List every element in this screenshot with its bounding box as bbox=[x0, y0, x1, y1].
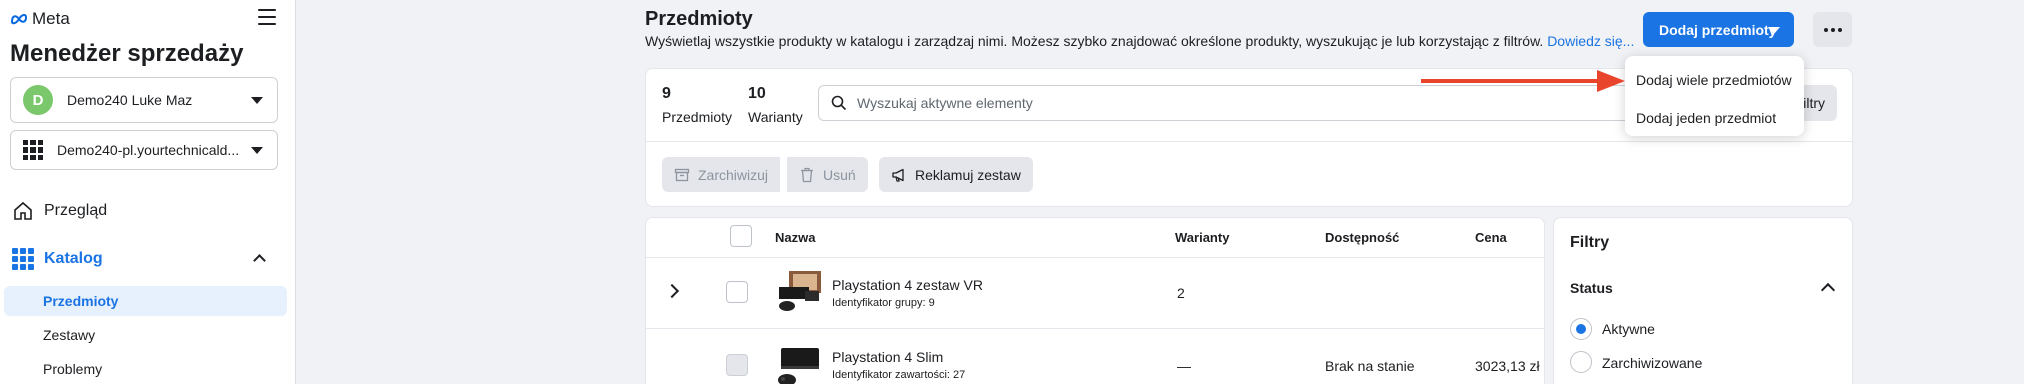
delete-label: Usuń bbox=[823, 166, 856, 183]
variants-cell: — bbox=[1177, 358, 1191, 374]
price-cell: 3023,13 zł bbox=[1475, 358, 1540, 374]
caret-down-icon bbox=[1768, 27, 1780, 34]
items-stat: 9 Przedmioty bbox=[662, 85, 732, 125]
column-header-name: Nazwa bbox=[775, 230, 816, 245]
catalog-grid-icon bbox=[23, 140, 43, 160]
divider bbox=[646, 141, 1852, 142]
caret-down-icon bbox=[251, 147, 263, 154]
add-single-item-option[interactable]: Dodaj jeden przedmiot bbox=[1625, 102, 1804, 134]
add-items-dropdown: Dodaj wiele przedmiotów Dodaj jeden prze… bbox=[1625, 56, 1804, 136]
more-options-button[interactable] bbox=[1813, 12, 1852, 47]
page-description: Wyświetlaj wszystkie produkty w katalogu… bbox=[645, 33, 1634, 49]
archive-label: Zarchiwizuj bbox=[698, 166, 769, 183]
add-multiple-items-option[interactable]: Dodaj wiele przedmiotów bbox=[1625, 64, 1804, 96]
nav-overview[interactable]: Przegląd bbox=[0, 199, 296, 223]
app-title: Menedżer sprzedaży bbox=[10, 40, 244, 67]
availability-cell: Brak na stanie bbox=[1325, 358, 1415, 374]
filters-title: Filtry bbox=[1570, 234, 1610, 251]
row-checkbox[interactable] bbox=[726, 354, 748, 376]
status-active-radio[interactable] bbox=[1570, 318, 1592, 340]
select-all-checkbox[interactable] bbox=[730, 225, 752, 247]
column-header-variants: Warianty bbox=[1175, 230, 1230, 245]
home-icon bbox=[14, 201, 32, 220]
account-selector[interactable]: D Demo240 Luke Maz bbox=[10, 77, 278, 123]
row-checkbox[interactable] bbox=[726, 281, 748, 303]
catalog-name: Demo240-pl.yourtechnicald... bbox=[57, 142, 240, 158]
status-active-label[interactable]: Aktywne bbox=[1602, 321, 1655, 337]
page-description-text: Wyświetlaj wszystkie produkty w katalogu… bbox=[645, 33, 1544, 49]
items-count: 9 bbox=[662, 85, 671, 102]
dot-icon bbox=[1823, 27, 1828, 32]
chevron-up-icon[interactable] bbox=[1820, 282, 1836, 298]
add-items-label: Dodaj przedmioty bbox=[1659, 21, 1777, 38]
filters-panel: Filtry Status Aktywne Zarchiwizowane bbox=[1553, 217, 1853, 384]
red-arrow-annotation bbox=[1421, 70, 1625, 92]
search-input[interactable] bbox=[857, 95, 1457, 111]
sidebar-item-items[interactable]: Przedmioty bbox=[4, 286, 287, 316]
megaphone-icon bbox=[892, 168, 904, 182]
add-items-button[interactable]: Dodaj przedmioty bbox=[1643, 12, 1794, 47]
catalog-grid-icon bbox=[12, 248, 34, 270]
avatar: D bbox=[23, 85, 53, 115]
column-header-price: Cena bbox=[1475, 230, 1507, 245]
nav-overview-label: Przegląd bbox=[44, 202, 108, 219]
status-section-title[interactable]: Status bbox=[1570, 280, 1613, 296]
sidebar-item-sets[interactable]: Zestawy bbox=[4, 320, 287, 350]
variants-stat: 10 Warianty bbox=[748, 85, 803, 125]
products-table: Nazwa Warianty Dostępność Cena Playstati… bbox=[645, 217, 1545, 384]
items-label: Przedmioty bbox=[662, 109, 733, 125]
archive-button[interactable]: Zarchiwizuj bbox=[662, 157, 781, 192]
divider bbox=[646, 257, 1544, 258]
advertise-set-label: Reklamuj zestaw bbox=[915, 166, 1021, 183]
status-archived-label[interactable]: Zarchiwizowane bbox=[1602, 355, 1702, 371]
delete-button[interactable]: Usuń bbox=[787, 157, 868, 192]
search-icon bbox=[831, 95, 847, 111]
menu-icon[interactable] bbox=[258, 9, 276, 25]
archive-icon bbox=[674, 168, 690, 181]
column-header-availability: Dostępność bbox=[1325, 230, 1400, 245]
variants-count: 10 bbox=[748, 85, 766, 102]
product-group-id: Identyfikator grupy: 9 bbox=[832, 297, 935, 309]
product-thumbnail bbox=[775, 269, 823, 313]
advertise-set-button[interactable]: Reklamuj zestaw bbox=[879, 157, 1033, 192]
nav-catalog-label: Katalog bbox=[44, 250, 103, 267]
catalog-selector[interactable]: Demo240-pl.yourtechnicald... bbox=[10, 130, 278, 170]
status-archived-radio[interactable] bbox=[1570, 351, 1592, 373]
product-name[interactable]: Playstation 4 zestaw VR bbox=[832, 277, 983, 293]
dot-icon bbox=[1830, 27, 1835, 32]
sidebar-item-problems[interactable]: Problemy bbox=[4, 354, 287, 384]
product-name[interactable]: Playstation 4 Slim bbox=[832, 349, 943, 365]
chevron-right-icon[interactable] bbox=[664, 283, 680, 299]
page-title: Przedmioty bbox=[645, 8, 753, 30]
meta-infinity-icon bbox=[10, 13, 28, 25]
trash-icon bbox=[801, 167, 813, 182]
nav-catalog[interactable]: Katalog bbox=[0, 247, 296, 271]
product-thumbnail bbox=[775, 344, 823, 384]
meta-brand-text: Meta bbox=[32, 9, 70, 28]
chevron-up-icon[interactable] bbox=[253, 254, 266, 267]
product-content-id: Identyfikator zawartości: 27 bbox=[832, 369, 966, 381]
meta-logo[interactable]: Meta bbox=[10, 9, 70, 29]
divider bbox=[646, 328, 1544, 329]
learn-more-link[interactable]: Dowiedz się... bbox=[1547, 33, 1634, 49]
sidebar: Meta Menedżer sprzedaży D Demo240 Luke M… bbox=[0, 0, 296, 384]
variants-cell: 2 bbox=[1177, 285, 1185, 301]
variants-label: Warianty bbox=[748, 109, 803, 125]
dot-icon bbox=[1837, 27, 1842, 32]
account-name: Demo240 Luke Maz bbox=[67, 92, 193, 108]
caret-down-icon bbox=[251, 97, 263, 104]
